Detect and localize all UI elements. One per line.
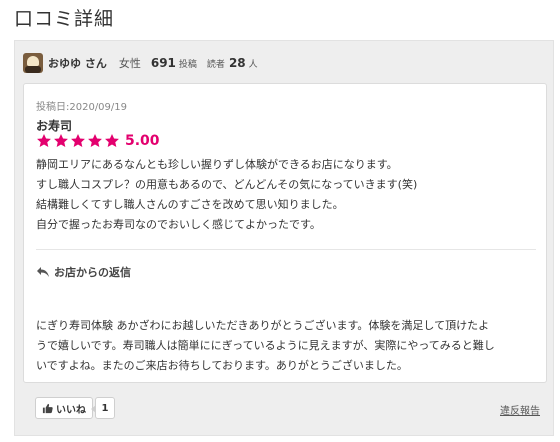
readers-count: 28 bbox=[228, 56, 246, 70]
page-title: 口コミ詳細 bbox=[14, 8, 115, 30]
review-text-line: 結構難しくてすし職人さんのすごさを改めて思い知りました。 bbox=[36, 198, 344, 211]
review-panel: おゆゆ さん 女性 691 投稿 読者 28 人 投稿日:2020/09/19 … bbox=[14, 40, 554, 436]
readers-label: 読者 bbox=[206, 59, 225, 70]
star-icon bbox=[54, 134, 68, 147]
reply-arrow-icon bbox=[37, 267, 49, 277]
rating: 5.00 bbox=[36, 133, 160, 149]
report-link[interactable]: 違反報告 bbox=[500, 402, 540, 417]
review-footer: いいね 1 違反報告 bbox=[35, 397, 540, 421]
divider bbox=[36, 249, 536, 250]
star-icon bbox=[71, 134, 85, 147]
posts-label: 投稿 bbox=[178, 59, 197, 70]
review-text-line: 静岡エリアにあるなんとも珍しい握りずし体験ができるお店になります。 bbox=[36, 158, 398, 171]
star-icon bbox=[88, 134, 102, 147]
review-text-line: すし職人コスプレ？の用意もあるので、どんどんその気になっていきます(笑) bbox=[36, 178, 418, 191]
review-card: 投稿日:2020/09/19 お寿司 5.00 静岡エリアにあるなんとも珍しい握… bbox=[23, 83, 547, 383]
star-rating bbox=[36, 133, 121, 149]
reviewer-info: おゆゆ さん 女性 691 投稿 読者 28 人 bbox=[23, 51, 258, 75]
reply-heading: お店からの返信 bbox=[54, 266, 131, 279]
avatar[interactable] bbox=[23, 53, 43, 73]
post-date: 投稿日:2020/09/19 bbox=[36, 102, 128, 113]
review-body: 静岡エリアにあるなんとも珍しい握りずし体験ができるお店になります。すし職人コスプ… bbox=[36, 155, 536, 235]
reply-header: お店からの返信 bbox=[36, 264, 131, 280]
rating-value: 5.00 bbox=[125, 133, 160, 149]
reply-text-line: にぎり寿司体験 あかざわにお越しいただきありがとうございます。体験を満足して頂け… bbox=[36, 319, 490, 332]
readers-unit: 人 bbox=[248, 59, 258, 70]
shop-name[interactable]: お寿司 bbox=[36, 117, 72, 134]
reply-body: にぎり寿司体験 あかざわにお越しいただきありがとうございます。体験を満足して頂け… bbox=[36, 316, 536, 376]
reviewer-gender: 女性 bbox=[118, 57, 141, 70]
like-label: いいね bbox=[56, 404, 86, 416]
star-icon bbox=[105, 134, 119, 147]
reply-text-line: いですよね。またのご来店お待ちしております。ありがとうございました。 bbox=[36, 359, 408, 372]
thumbs-up-icon bbox=[42, 403, 53, 413]
reply-text-line: うで嬉しいです。寿司職人は簡単ににぎっているように見えますが、実際にやってみると… bbox=[36, 339, 495, 352]
like-button[interactable]: いいね bbox=[35, 397, 93, 419]
posts-count: 691 bbox=[150, 56, 176, 70]
like-count: 1 bbox=[91, 397, 115, 419]
review-text-line: 自分で握ったお寿司なのでおいしく感じてよかったです。 bbox=[36, 218, 321, 231]
star-icon bbox=[37, 134, 51, 147]
reviewer-name[interactable]: おゆゆ さん bbox=[48, 55, 107, 71]
